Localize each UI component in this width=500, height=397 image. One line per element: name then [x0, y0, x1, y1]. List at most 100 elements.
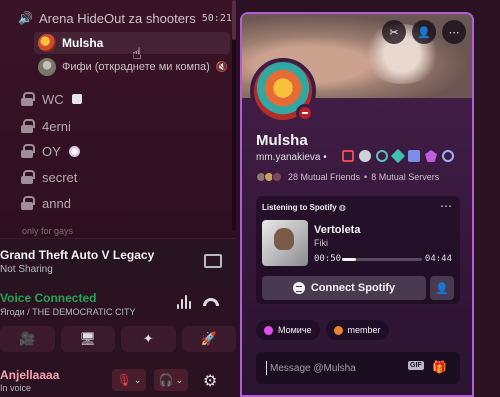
- badge-circle-icon[interactable]: [376, 150, 388, 162]
- channel-annd[interactable]: annd: [20, 192, 230, 214]
- message-box: GIF 🎁: [256, 352, 460, 384]
- album-cover[interactable]: [262, 220, 308, 266]
- chevron-down-icon: ⌄: [175, 374, 184, 385]
- camera-icon: 🎥: [19, 331, 36, 346]
- ignore-button[interactable]: ✂: [382, 20, 406, 44]
- gift-icon[interactable]: 🎁: [432, 360, 447, 374]
- channel-name: OY: [42, 143, 61, 159]
- add-friend-button[interactable]: 👤: [412, 20, 436, 44]
- sidebar-scrollbar-thumb[interactable]: [232, 0, 236, 40]
- badge-nitro-icon[interactable]: [359, 150, 371, 162]
- channel-4erni[interactable]: 4erni: [20, 115, 230, 137]
- channel-emoji-icon: [71, 94, 82, 104]
- lock-icon: [20, 196, 35, 210]
- role-color-dot: [333, 325, 343, 335]
- spotify-header: Listening to Spotify ◍: [262, 203, 346, 212]
- voice-channel-row[interactable]: 🔊 Arena HideOut za shooters 50:21: [18, 8, 232, 28]
- voice-user-name: Фифи (откраднете ми компа): [62, 61, 210, 73]
- badge-diamond-icon[interactable]: [390, 148, 406, 164]
- role-name: Момиче: [278, 325, 312, 335]
- mutual-friends-link[interactable]: 28 Mutual Friends: [288, 172, 360, 182]
- role-pill[interactable]: member: [325, 320, 389, 340]
- user-panel: Anjellaaaa In voice 🎙 ⌄ 🎧 ⌄ ⚙: [0, 358, 236, 397]
- chevron-down-icon: ⌄: [133, 374, 142, 385]
- voice-channel-timer: 50:21: [201, 12, 232, 24]
- channel-secret[interactable]: secret: [20, 166, 230, 188]
- spotify-icon: [292, 282, 305, 294]
- spotify-activity-card: Listening to Spotify ◍ ⋯ Vertoleta Fiki …: [256, 196, 460, 304]
- roles-list: Момиче member: [256, 320, 389, 340]
- role-pill[interactable]: Момиче: [256, 320, 320, 340]
- lock-icon: [20, 144, 35, 158]
- lock-icon: [20, 119, 35, 133]
- channel-wc[interactable]: WC: [20, 88, 230, 110]
- speaker-icon: 🔊: [18, 11, 33, 25]
- lock-icon: [20, 170, 35, 184]
- channel-sidebar: 🔊 Arena HideOut za shooters 50:21 Mulsha…: [0, 0, 236, 397]
- user-add-icon: 👤: [435, 282, 449, 295]
- deafen-button[interactable]: 🎧 ⌄: [154, 369, 188, 391]
- voice-connection-panel: Voice Connected Ягоди / THE DEMOCRATIC C…: [0, 286, 236, 358]
- current-user-name[interactable]: Anjellaaaa: [0, 368, 59, 382]
- track-title[interactable]: Vertoleta: [314, 224, 360, 236]
- connect-spotify-button[interactable]: Connect Spotify: [262, 276, 426, 300]
- faded-channel-label[interactable]: only for gays: [22, 226, 73, 236]
- user-profile-panel: ✂ 👤 ⋯ Mulsha mm.yanakieva • 28 Mutual Fr…: [240, 12, 474, 397]
- profile-display-name: Mulsha: [256, 132, 308, 149]
- avatar: [272, 172, 282, 182]
- activities-button[interactable]: ✦: [121, 326, 176, 352]
- role-name: member: [347, 325, 381, 335]
- voice-user-fifi[interactable]: Фифи (откраднете ми компа) 🔇: [34, 56, 230, 78]
- activity-subtitle: Not Sharing: [0, 264, 53, 275]
- track-current-time: 00:50: [314, 254, 342, 264]
- profile-username: mm.yanakieva •: [256, 152, 327, 163]
- spotify-user-button[interactable]: 👤: [430, 276, 454, 300]
- more-options-button[interactable]: ⋯: [442, 20, 466, 44]
- voice-user-name: Mulsha: [62, 36, 104, 50]
- soundboard-button[interactable]: 🚀: [181, 326, 236, 352]
- activity-title: Grand Theft Auto V Legacy: [0, 248, 155, 262]
- current-user-status: In voice: [0, 383, 32, 393]
- mute-button[interactable]: 🎙 ⌄: [112, 369, 146, 391]
- voice-server-label[interactable]: Ягоди / THE DEMOCRATIC CITY: [0, 307, 136, 317]
- settings-gear-icon[interactable]: ⚙: [203, 371, 217, 391]
- mutuals-row: 28 Mutual Friends • 8 Mutual Servers: [256, 172, 439, 182]
- screen-share-button[interactable]: [200, 251, 222, 271]
- soundboard-icon: 🚀: [200, 331, 217, 346]
- badge-ring-icon[interactable]: [442, 150, 454, 162]
- dnd-status-icon: [296, 104, 314, 122]
- channel-name: 4erni: [42, 118, 71, 134]
- screen-icon: 🖥: [79, 331, 96, 346]
- activity-panel: Grand Theft Auto V Legacy Not Sharing: [0, 238, 236, 286]
- profile-badges: [342, 148, 454, 164]
- track-progress-fill: [342, 258, 357, 261]
- deafened-icon: 🔇: [215, 61, 229, 73]
- mutual-servers-link[interactable]: 8 Mutual Servers: [371, 172, 439, 182]
- badge-gem-icon[interactable]: [425, 150, 437, 162]
- message-input[interactable]: [270, 360, 400, 376]
- voice-connected-label[interactable]: Voice Connected: [0, 291, 96, 305]
- share-screen-button[interactable]: 🖥: [60, 326, 115, 352]
- block-icon: ✂: [389, 26, 399, 39]
- spotify-more-icon[interactable]: ⋯: [440, 199, 452, 213]
- badge-square-icon[interactable]: [408, 150, 420, 162]
- track-artist[interactable]: Fiki: [314, 238, 328, 248]
- mic-off-icon: 🎙: [116, 373, 132, 387]
- voice-signal-icon[interactable]: [176, 295, 191, 309]
- lock-icon: [20, 92, 35, 106]
- channel-oy[interactable]: OY: [20, 140, 230, 162]
- headphones-off-icon: 🎧: [158, 373, 174, 387]
- gif-button[interactable]: GIF: [408, 361, 424, 370]
- avatar: [38, 34, 56, 52]
- track-duration: 04:44: [424, 254, 452, 264]
- more-icon: ⋯: [448, 26, 460, 39]
- channel-name: secret: [42, 169, 78, 185]
- connect-spotify-label: Connect Spotify: [310, 282, 396, 294]
- role-color-dot: [264, 325, 273, 335]
- avatar: [38, 58, 56, 76]
- spotify-small-icon: ◍: [338, 203, 346, 212]
- camera-button[interactable]: 🎥: [0, 326, 55, 352]
- disconnect-icon[interactable]: [203, 298, 219, 306]
- badge-screen-icon[interactable]: [342, 150, 354, 162]
- channel-emoji-icon: [68, 145, 80, 157]
